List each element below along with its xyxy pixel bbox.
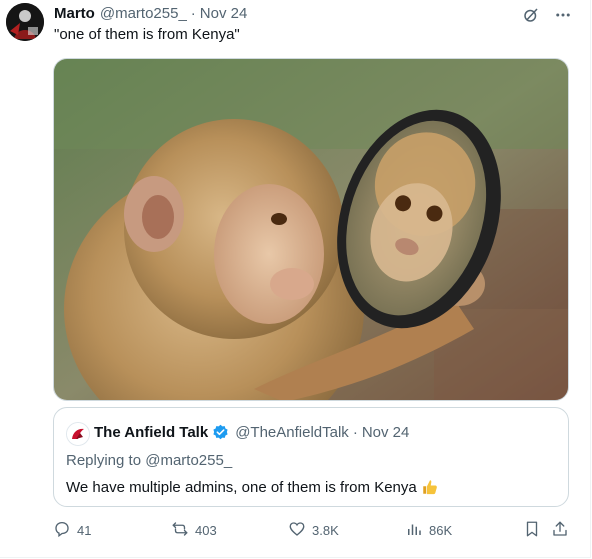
separator-dot: · [190,4,196,22]
reply-count: 41 [77,523,92,538]
verified-badge-icon [212,424,229,441]
repost-button[interactable]: 403 [171,520,217,541]
author-name[interactable]: Marto [54,5,95,22]
views-icon [405,520,423,541]
heart-icon [288,520,306,541]
tweet-media[interactable] [53,58,569,401]
replying-to-handle[interactable]: @marto255_ [145,452,232,469]
views-button[interactable]: 86K [405,520,452,541]
reply-button[interactable]: 41 [53,520,91,541]
like-button[interactable]: 3.8K [288,520,339,541]
repost-icon [171,520,189,541]
author-handle[interactable]: @marto255_ [100,5,187,22]
tweet-text: "one of them is from Kenya" [54,26,240,43]
replying-prefix: Replying to [66,452,142,469]
quoted-author-handle[interactable]: @TheAnfieldTalk [235,424,349,441]
tweet-actions: 41 403 3.8K 86K [53,520,573,542]
avatar[interactable] [6,3,44,41]
share-icon [551,520,569,541]
bookmark-button[interactable] [523,520,541,541]
monkey-mirror-photo [54,59,568,400]
reply-icon [53,520,71,541]
repost-count: 403 [195,523,217,538]
bookmark-icon [523,520,541,541]
tweet-header: Marto @marto255_ · Nov 24 [54,4,247,22]
replying-to-line: Replying to @marto255_ [66,452,232,469]
quoted-avatar[interactable] [66,422,90,446]
quoted-text: We have multiple admins, one of them is … [66,478,417,496]
quoted-header: The Anfield Talk @TheAnfieldTalk · Nov 2… [94,424,409,441]
quoted-text-row: We have multiple admins, one of them is … [66,478,439,496]
like-count: 3.8K [312,523,339,538]
quoted-author-name[interactable]: The Anfield Talk [94,424,208,441]
quoted-date[interactable]: Nov 24 [362,424,410,441]
more-icon[interactable] [554,6,572,24]
share-button[interactable] [551,520,569,541]
thumbs-up-emoji-icon [421,478,439,496]
quoted-tweet[interactable]: The Anfield Talk @TheAnfieldTalk · Nov 2… [53,407,569,507]
tweet-date[interactable]: Nov 24 [200,5,248,22]
grok-icon[interactable] [522,6,540,24]
views-count: 86K [429,523,453,538]
quoted-separator-dot: · [352,424,358,441]
header-icons [522,6,572,24]
